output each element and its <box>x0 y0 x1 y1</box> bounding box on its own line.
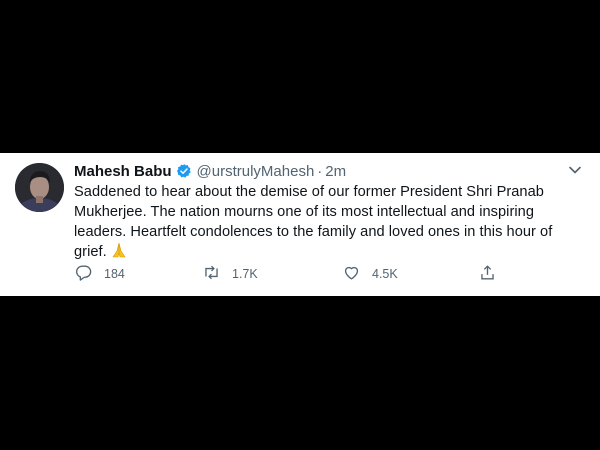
reply-icon <box>74 263 93 285</box>
tweet-text-fragment: grief. <box>74 244 107 260</box>
separator-dot: · <box>317 162 323 180</box>
retweet-button[interactable]: 1.7K <box>202 263 258 285</box>
chevron-down-icon[interactable] <box>567 162 583 178</box>
tweet-card[interactable]: Mahesh Babu @urstrulyMahesh · 2m Saddene… <box>0 153 600 296</box>
verified-badge-icon <box>176 163 192 179</box>
reply-button[interactable]: 184 <box>74 263 125 285</box>
tweet-text: Saddened to hear about the demise of our… <box>74 182 584 262</box>
tweet-actions: 184 1.7K 4.5K <box>74 263 504 285</box>
author-handle[interactable]: @urstrulyMahesh <box>197 163 315 180</box>
tweet-header: Mahesh Babu @urstrulyMahesh · 2m <box>74 161 346 181</box>
share-icon <box>478 263 497 285</box>
share-button[interactable] <box>478 263 497 285</box>
folded-hands-emoji <box>110 242 128 258</box>
avatar[interactable] <box>15 163 64 212</box>
tweet-text-line: Mukherjee. The nation mourns one of its … <box>74 204 534 220</box>
retweet-count: 1.7K <box>232 267 258 281</box>
author-name[interactable]: Mahesh Babu <box>74 163 172 180</box>
like-icon <box>342 263 361 285</box>
tweet-text-line: leaders. Heartfelt condolences to the fa… <box>74 224 553 240</box>
like-count: 4.5K <box>372 267 398 281</box>
like-button[interactable]: 4.5K <box>342 263 398 285</box>
tweet-timestamp[interactable]: 2m <box>325 163 346 180</box>
retweet-icon <box>202 263 221 285</box>
tweet-text-line: Saddened to hear about the demise of our… <box>74 184 544 200</box>
reply-count: 184 <box>104 267 125 281</box>
tweet-text-line-last: grief. <box>74 242 584 262</box>
